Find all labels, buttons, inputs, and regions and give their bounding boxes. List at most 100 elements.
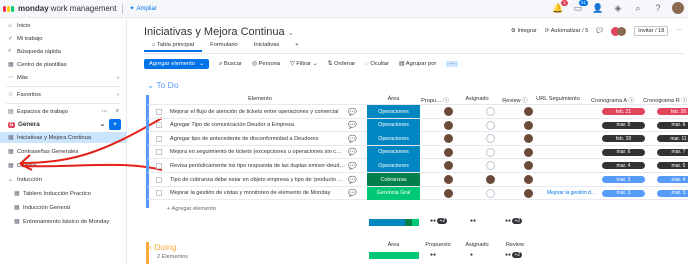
column-header-propuesto[interactable]: Propu… ⓘ bbox=[420, 96, 450, 104]
cronograma-r[interactable]: feb. 26 bbox=[653, 105, 688, 118]
sidebar-item-tablero-induccion[interactable]: ▦ Tablero Inducción Practico bbox=[0, 188, 127, 199]
item-name[interactable]: Mejora en seguimiento de tickets (excepc… bbox=[170, 146, 345, 159]
table-row[interactable]: Agregar Tipo de comunicación Deudor a Em… bbox=[148, 118, 688, 133]
help-icon[interactable]: ? bbox=[652, 2, 664, 14]
column-header-elemento[interactable]: Elemento bbox=[160, 96, 360, 102]
hide-button[interactable]: ◌ Ocultar bbox=[365, 61, 389, 67]
table-row[interactable]: Agregar tipo de antecedente de disconfor… bbox=[148, 132, 688, 146]
row-checkbox[interactable] bbox=[156, 132, 164, 145]
area-status[interactable]: Operaciones bbox=[367, 118, 420, 132]
cronograma-r[interactable]: mar. 3 bbox=[653, 187, 688, 200]
sidebar-item-busqueda[interactable]: ⌕ Búsqueda rápida bbox=[0, 46, 127, 57]
item-name[interactable]: Revisa periódicamente los tipo respuesta… bbox=[170, 159, 345, 172]
column-header-review[interactable]: Review bbox=[497, 242, 533, 248]
comment-icon[interactable]: 💬 bbox=[348, 146, 366, 159]
avatar[interactable] bbox=[672, 2, 684, 14]
asignado-avatar[interactable] bbox=[470, 159, 510, 172]
review-avatar[interactable] bbox=[510, 159, 546, 172]
cronograma-r[interactable]: mar. 11 bbox=[653, 132, 688, 145]
item-name[interactable]: Agregar Tipo de comunicación Deudor a Em… bbox=[170, 119, 345, 132]
add-item-row[interactable]: + Agregar elemento bbox=[167, 206, 216, 212]
review-avatar[interactable] bbox=[510, 187, 546, 200]
asignado-avatar[interactable] bbox=[470, 173, 510, 186]
add-item-button[interactable]: Agregar elemento ⌄ bbox=[144, 59, 209, 69]
column-header-propuesto[interactable]: Propuesto bbox=[420, 242, 456, 248]
row-checkbox[interactable] bbox=[156, 173, 164, 186]
column-header-area[interactable]: Área bbox=[367, 242, 420, 248]
sidebar-item-plantillas[interactable]: ▦ Centro de plantillas bbox=[0, 59, 127, 70]
row-checkbox[interactable] bbox=[156, 187, 164, 200]
column-header-asignado[interactable]: Asignado bbox=[457, 96, 497, 102]
table-row[interactable]: Revisa periódicamente los tipo respuesta… bbox=[148, 159, 688, 173]
comment-icon[interactable]: 💬 bbox=[348, 119, 366, 132]
asignado-avatar[interactable] bbox=[470, 119, 510, 132]
sidebar-item-entrenamiento[interactable]: ▦ Entrenamiento básico de Monday bbox=[0, 216, 127, 227]
cronograma-r[interactable]: mar. 5 bbox=[653, 159, 688, 172]
area-status[interactable]: Operaciones bbox=[367, 105, 420, 118]
column-header-asignado[interactable]: Asignado bbox=[457, 242, 497, 248]
table-row[interactable]: Mejorar la gestión de vistas y monitoreo… bbox=[148, 186, 688, 201]
group-header-doing[interactable]: › Doing bbox=[149, 242, 176, 252]
propuesto-avatar[interactable] bbox=[433, 187, 463, 200]
sidebar-item-mi-trabajo[interactable]: ✓ Mi trabajo bbox=[0, 33, 127, 44]
url-link[interactable] bbox=[547, 159, 597, 172]
automate-button[interactable]: ⟳ Automatizar / 5 bbox=[545, 28, 589, 34]
more-icon[interactable]: ⋯ bbox=[676, 28, 682, 34]
propuesto-avatar[interactable] bbox=[433, 159, 463, 172]
propuesto-avatar[interactable] bbox=[433, 119, 463, 132]
propuesto-avatar[interactable] bbox=[433, 173, 463, 186]
comment-icon[interactable]: 💬 bbox=[596, 28, 603, 34]
cronograma-a[interactable]: feb. 21 bbox=[598, 105, 651, 118]
url-link[interactable] bbox=[547, 105, 597, 118]
area-status[interactable]: Operaciones bbox=[367, 159, 420, 173]
propuesto-avatar[interactable] bbox=[433, 105, 463, 118]
row-checkbox[interactable] bbox=[156, 119, 164, 132]
asignado-avatar[interactable] bbox=[470, 105, 510, 118]
table-row[interactable]: Mejora en seguimiento de tickets (excepc… bbox=[148, 145, 688, 160]
comment-icon[interactable]: 💬 bbox=[348, 187, 366, 200]
group-by-button[interactable]: ▤ Agrupar por bbox=[399, 61, 436, 67]
cronograma-a[interactable]: mar. 6 bbox=[598, 146, 651, 159]
url-link[interactable] bbox=[547, 146, 597, 159]
tab-iniciativas[interactable]: Iniciativas bbox=[246, 42, 287, 52]
monday-logo[interactable]: monday work management bbox=[3, 4, 116, 13]
integrate-button[interactable]: ⚙ Integrar bbox=[511, 28, 537, 34]
item-name[interactable]: Mejorar la gestión de vistas y monitoreo… bbox=[170, 187, 345, 200]
sort-button[interactable]: ⇅ Ordenar bbox=[327, 61, 355, 67]
row-checkbox[interactable] bbox=[156, 159, 164, 172]
cronograma-a[interactable]: mar. 3 bbox=[598, 173, 651, 186]
column-header-cronograma-r[interactable]: Cronograma R ⓘ bbox=[640, 96, 688, 104]
asignado-avatar[interactable] bbox=[470, 187, 510, 200]
review-avatar[interactable] bbox=[510, 132, 546, 145]
member-avatars[interactable] bbox=[611, 26, 627, 36]
tab-formulario[interactable]: Formulario bbox=[202, 42, 246, 52]
url-link[interactable] bbox=[547, 173, 597, 186]
comment-icon[interactable]: 💬 bbox=[348, 173, 366, 186]
area-status[interactable]: Operaciones bbox=[367, 132, 420, 146]
cronograma-r[interactable]: mar. 4 bbox=[653, 173, 688, 186]
item-name[interactable]: Mejorar el flujo de atención de tickets … bbox=[170, 105, 345, 118]
review-avatar[interactable] bbox=[510, 146, 546, 159]
search-button[interactable]: ⌕ Buscar bbox=[219, 61, 242, 68]
person-filter-button[interactable]: ◎ Persona bbox=[252, 61, 280, 67]
review-avatar[interactable] bbox=[510, 105, 546, 118]
comment-icon[interactable]: 💬 bbox=[348, 105, 366, 118]
row-checkbox[interactable] bbox=[156, 105, 164, 118]
url-link[interactable]: Mejorar la gestión d… bbox=[547, 187, 597, 200]
cronograma-a[interactable]: mar. 4 bbox=[598, 159, 651, 172]
add-tab-button[interactable]: + bbox=[287, 42, 306, 52]
item-name[interactable]: Tipo de cobranza debe estar en objeto em… bbox=[170, 173, 345, 186]
url-link[interactable] bbox=[547, 119, 597, 132]
area-status[interactable]: Operaciones bbox=[367, 145, 420, 159]
search-icon[interactable]: ⌕ bbox=[632, 2, 644, 14]
bell-icon[interactable]: 🔔 1 bbox=[552, 0, 568, 14]
cronograma-a[interactable]: feb. 28 bbox=[598, 132, 651, 145]
area-status[interactable]: Gerencia Gral bbox=[367, 186, 420, 200]
more-options-button[interactable]: ··· bbox=[446, 61, 459, 67]
sidebar-item-mas[interactable]: ⋯ Más › bbox=[0, 72, 127, 83]
review-avatar[interactable] bbox=[510, 119, 546, 132]
table-row[interactable]: Tipo de cobranza debe estar en objeto em… bbox=[148, 173, 688, 187]
tab-tabla-principal[interactable]: ⌂ Tabla principal bbox=[144, 42, 203, 52]
sidebar-item-induccion[interactable]: ⌄ Inducción bbox=[0, 174, 127, 185]
upgrade-button[interactable]: ✦ Ampliar bbox=[129, 5, 156, 13]
